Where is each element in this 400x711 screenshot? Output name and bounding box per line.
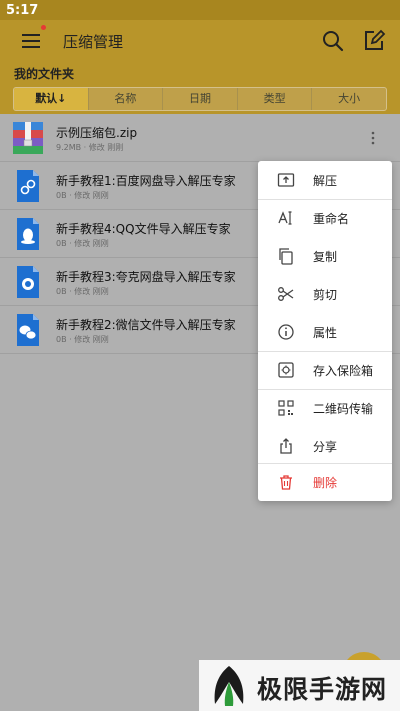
sort-bar: 默认↓ 名称 日期 类型 大小 <box>0 84 400 114</box>
menu-label: 存入保险箱 <box>313 364 374 378</box>
page-title: 压缩管理 <box>63 33 124 51</box>
menu-icon[interactable] <box>22 30 44 50</box>
qq-file-icon <box>17 218 39 250</box>
notification-dot <box>41 25 46 30</box>
menu-item-rename[interactable]: 重命名 <box>258 199 392 237</box>
status-time: 5:17 <box>6 3 39 18</box>
sort-tab-default[interactable]: 默认↓ <box>14 88 89 110</box>
more-vertical-icon[interactable] <box>366 128 380 148</box>
edit-icon[interactable] <box>362 29 386 53</box>
quark-file-icon <box>17 266 39 298</box>
file-meta: 9.2MB · 修改 刚刚 <box>56 143 124 152</box>
menu-item-qr-transfer[interactable]: 二维码传输 <box>258 389 392 427</box>
menu-item-share[interactable]: 分享 <box>258 427 392 465</box>
sort-tabs: 默认↓ 名称 日期 类型 大小 <box>13 87 387 111</box>
menu-item-delete[interactable]: 删除 <box>258 463 392 501</box>
extract-icon <box>277 173 295 187</box>
wechat-file-icon <box>17 314 39 346</box>
sort-tab-size[interactable]: 大小 <box>312 88 386 110</box>
file-meta: 0B · 修改 刚刚 <box>56 191 109 200</box>
menu-label: 复制 <box>313 250 338 264</box>
file-meta: 0B · 修改 刚刚 <box>56 239 109 248</box>
file-name: 新手教程2:微信文件导入解压专家 <box>56 318 236 332</box>
menu-item-safe-box[interactable]: 存入保险箱 <box>258 351 392 389</box>
info-icon <box>278 324 294 340</box>
context-menu: 解压 重命名 复制 剪切 属性 存入保险箱 二维码传输 分享 删除 <box>258 161 392 501</box>
search-icon[interactable] <box>321 29 345 53</box>
folder-bar: 我的文件夹 <box>0 62 400 84</box>
menu-item-extract[interactable]: 解压 <box>258 161 392 199</box>
file-name: 示例压缩包.zip <box>56 126 138 140</box>
share-icon <box>280 438 292 454</box>
file-meta: 0B · 修改 刚刚 <box>56 335 109 344</box>
safe-box-icon <box>278 362 294 378</box>
rename-icon <box>278 211 292 225</box>
file-meta: 0B · 修改 刚刚 <box>56 287 109 296</box>
copy-icon <box>279 248 293 265</box>
watermark-logo-icon <box>214 666 244 706</box>
sort-tab-name[interactable]: 名称 <box>89 88 164 110</box>
link-file-icon <box>17 170 39 202</box>
status-bar: 5:17 <box>0 0 400 20</box>
folder-label: 我的文件夹 <box>14 67 75 81</box>
file-name: 新手教程4:QQ文件导入解压专家 <box>56 222 231 236</box>
menu-label: 剪切 <box>313 288 338 302</box>
file-name: 新手教程3:夸克网盘导入解压专家 <box>56 270 236 284</box>
trash-icon <box>280 475 292 490</box>
menu-label: 解压 <box>313 174 338 188</box>
menu-label: 重命名 <box>313 212 350 226</box>
menu-item-cut[interactable]: 剪切 <box>258 275 392 313</box>
menu-label: 二维码传输 <box>313 402 374 416</box>
scissors-icon <box>278 287 294 301</box>
watermark: 极限手游网 <box>199 660 400 711</box>
list-item[interactable]: 示例压缩包.zip 9.2MB · 修改 刚刚 <box>0 114 400 162</box>
watermark-text: 极限手游网 <box>257 675 388 704</box>
zip-archive-icon <box>13 122 43 154</box>
qr-code-icon <box>278 400 294 416</box>
menu-item-copy[interactable]: 复制 <box>258 237 392 275</box>
app-bar: 压缩管理 <box>0 20 400 62</box>
menu-label: 删除 <box>313 476 338 490</box>
sort-tab-date[interactable]: 日期 <box>163 88 238 110</box>
menu-label: 分享 <box>313 440 338 454</box>
menu-label: 属性 <box>313 326 338 340</box>
menu-item-properties[interactable]: 属性 <box>258 313 392 351</box>
sort-tab-type[interactable]: 类型 <box>238 88 313 110</box>
file-name: 新手教程1:百度网盘导入解压专家 <box>56 174 236 188</box>
